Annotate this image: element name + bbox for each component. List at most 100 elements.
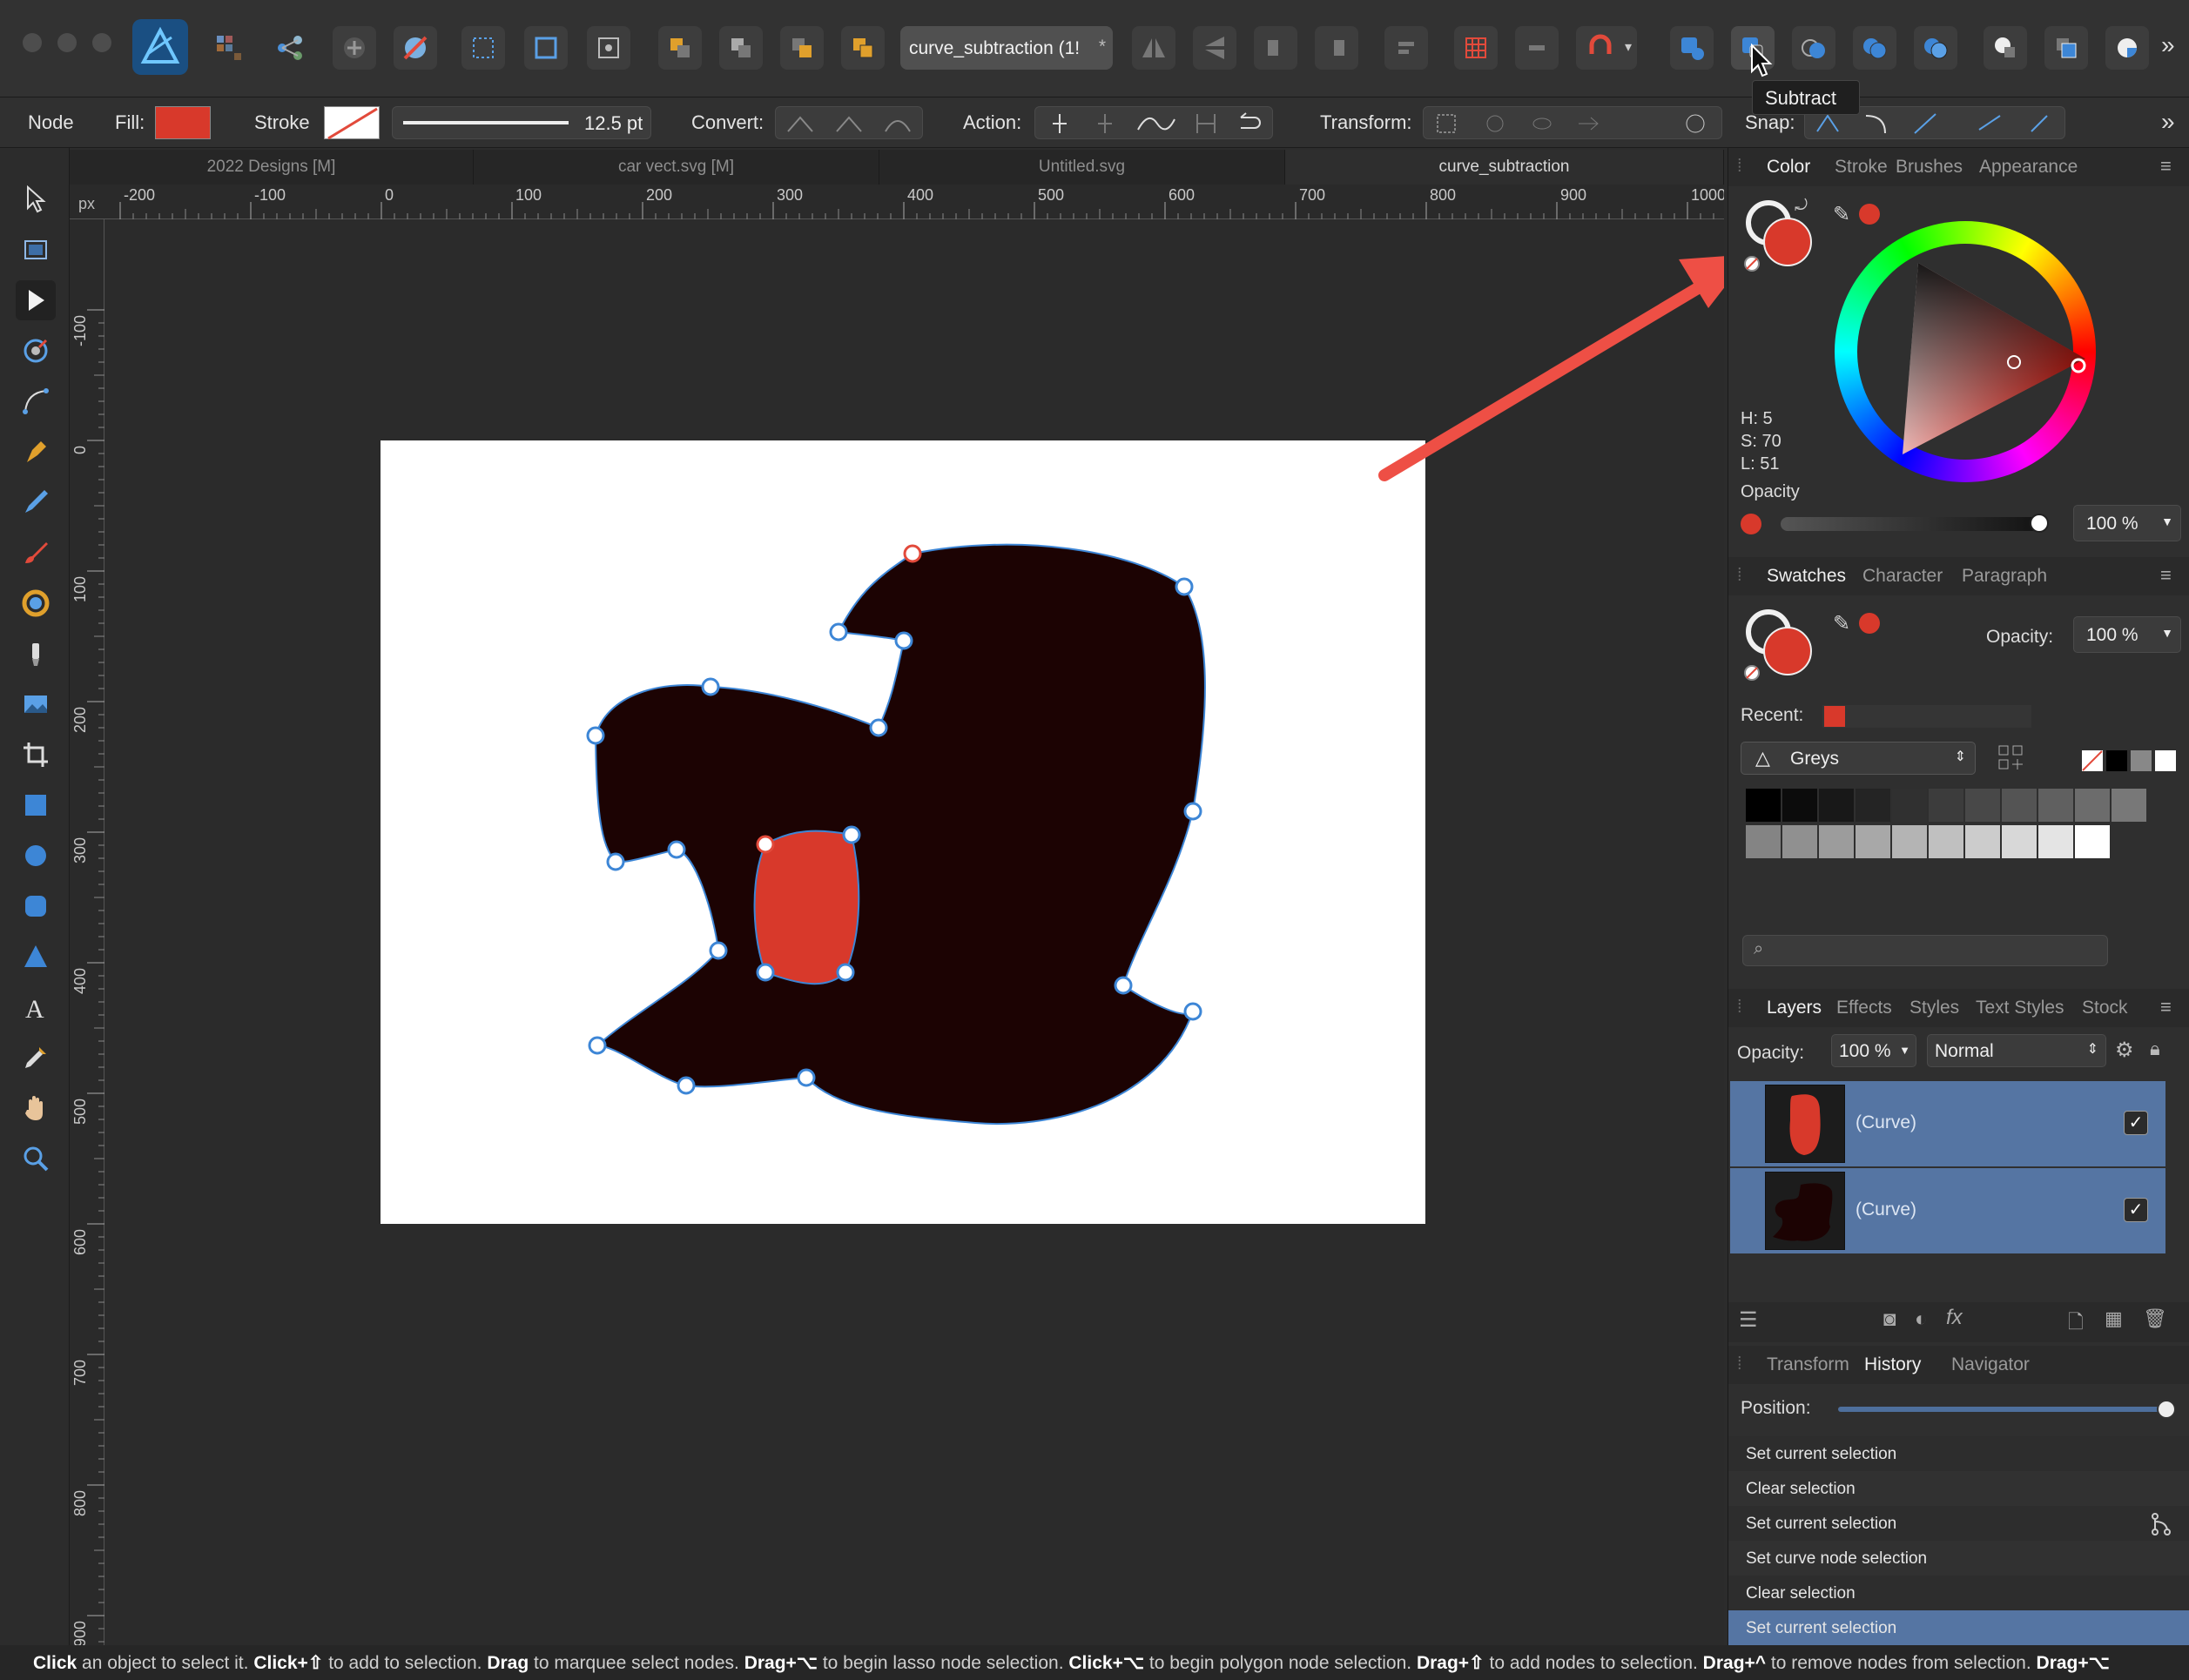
greys-palette-grid[interactable]	[1746, 789, 2146, 862]
curve-node-handle[interactable]	[842, 825, 861, 844]
panel-menu-icon[interactable]: ≡	[2160, 564, 2172, 587]
triangle-tool-icon[interactable]	[16, 937, 56, 977]
opacity-slider[interactable]	[1781, 514, 2049, 533]
quick-swatches[interactable]	[2082, 750, 2179, 771]
ellipse-tool-icon[interactable]	[16, 836, 56, 876]
panel-menu-icon[interactable]: ≡	[2160, 996, 2172, 1018]
chevron-down-icon[interactable]: ▾	[1625, 38, 1632, 56]
tab-layers[interactable]: Layers	[1767, 998, 1822, 1018]
tab-stock[interactable]: Stock	[2082, 998, 2128, 1018]
history-item[interactable]: Clear selection	[1728, 1576, 2189, 1610]
grey-swatch[interactable]	[2038, 789, 2073, 822]
grey-swatch[interactable]	[1819, 825, 1854, 858]
layer-visibility-checkbox[interactable]: ✓	[2124, 1198, 2148, 1222]
curve-node-handle[interactable]	[903, 544, 922, 563]
grey-swatch[interactable]	[1782, 825, 1817, 858]
corner-tool-icon[interactable]	[16, 381, 56, 421]
recent-swatch[interactable]	[1824, 706, 1845, 727]
tab-appearance[interactable]: Appearance	[1979, 157, 2078, 178]
geometry-combine-icon[interactable]	[1984, 26, 2027, 70]
boolean-divide-icon[interactable]	[1914, 26, 1957, 70]
history-item[interactable]: Set current selection	[1728, 1506, 2189, 1541]
dark-curve-shape[interactable]	[594, 543, 1206, 1126]
red-curve-shape[interactable]	[753, 830, 860, 985]
curve-node-handle[interactable]	[894, 631, 913, 650]
tab-transform[interactable]: Transform	[1767, 1354, 1849, 1375]
history-position-slider[interactable]	[1838, 1400, 2176, 1419]
tab-effects[interactable]: Effects	[1836, 998, 1892, 1018]
curve-node-handle[interactable]	[756, 963, 775, 982]
color-picker-tool-icon[interactable]	[16, 1038, 56, 1078]
tab-swatches[interactable]: Swatches	[1767, 566, 1846, 587]
grey-swatch[interactable]	[1782, 789, 1817, 822]
opacity-slider-thumb[interactable]	[2030, 514, 2049, 533]
drag-grip-icon[interactable]: ⁞	[1737, 1354, 1742, 1374]
history-item[interactable]: Set current selection	[1728, 1436, 2189, 1471]
curve-node-handle[interactable]	[709, 941, 728, 960]
gear-icon[interactable]: ⚙	[2115, 1038, 2134, 1063]
curve-node-handle[interactable]	[836, 963, 855, 982]
artistic-text-tool-icon[interactable]: A	[16, 987, 56, 1027]
history-slider-thumb[interactable]	[2157, 1400, 2176, 1419]
curve-node-handle[interactable]	[586, 726, 605, 745]
grey-swatch[interactable]	[1746, 825, 1781, 858]
palette-dropdown[interactable]: △ Greys ⇕	[1741, 742, 1976, 775]
grey-swatch[interactable]	[1892, 789, 1927, 822]
geometry-pie-icon[interactable]	[2105, 26, 2149, 70]
history-item[interactable]: Set curve node selection	[1728, 1541, 2189, 1576]
node-tool-icon[interactable]	[16, 280, 56, 320]
curve-node-handle[interactable]	[829, 622, 848, 642]
curve-node-handle[interactable]	[588, 1036, 607, 1055]
history-item[interactable]: Clear selection	[1728, 1471, 2189, 1506]
picked-color-swatch[interactable]	[1859, 613, 1880, 634]
swatch-search-field[interactable]: ⌕	[1742, 935, 2108, 966]
curve-node-handle[interactable]	[1175, 577, 1194, 596]
vector-brush-tool-icon[interactable]	[16, 533, 56, 573]
geometry-square-icon[interactable]	[2044, 26, 2088, 70]
palette-grid-icon[interactable]	[1997, 743, 2026, 773]
drag-grip-icon[interactable]: ⁞	[1737, 157, 1742, 177]
crop-tool-icon[interactable]	[16, 735, 56, 775]
swap-arrows-icon[interactable]: ⤾	[1795, 197, 1808, 215]
none-swatch-icon[interactable]	[1744, 665, 1760, 681]
tab-color[interactable]: Color	[1767, 157, 1810, 178]
tab-navigator[interactable]: Navigator	[1951, 1354, 2030, 1375]
curve-node-handle[interactable]	[756, 835, 775, 854]
grey-swatch[interactable]	[2038, 825, 2073, 858]
drag-grip-icon[interactable]: ⁞	[1737, 998, 1742, 1018]
tab-history[interactable]: History	[1864, 1354, 1921, 1375]
layer-row-curve-1[interactable]: (Curve) ✓	[1730, 1081, 2165, 1166]
curve-node-handle[interactable]	[1183, 802, 1202, 821]
rectangle-tool-icon[interactable]	[16, 785, 56, 825]
toolbar-overflow-icon[interactable]: »	[2161, 31, 2175, 59]
grey-swatch[interactable]	[1929, 825, 1963, 858]
adjustment-icon[interactable]: ◐	[1915, 1307, 1928, 1332]
window-zoom-button[interactable]	[92, 33, 111, 52]
checker-icon[interactable]: ▦	[2105, 1307, 2123, 1330]
drag-grip-icon[interactable]: ⁞	[1737, 566, 1742, 586]
tab-stroke[interactable]: Stroke	[1835, 157, 1888, 178]
grey-swatch[interactable]	[1856, 789, 1890, 822]
window-minimize-button[interactable]	[57, 33, 77, 52]
place-image-tool-icon[interactable]	[16, 684, 56, 724]
curve-node-handle[interactable]	[797, 1068, 816, 1087]
layer-name[interactable]: (Curve)	[1856, 1200, 1916, 1220]
grey-swatch[interactable]	[1965, 825, 2000, 858]
window-close-button[interactable]	[23, 33, 42, 52]
contour-tool-icon[interactable]	[16, 331, 56, 371]
trash-icon[interactable]: 🗑	[2143, 1307, 2167, 1330]
fx-icon[interactable]: fx	[1946, 1306, 1963, 1330]
grey-swatch[interactable]	[2002, 825, 2037, 858]
chevron-down-icon[interactable]: ▼	[2161, 514, 2173, 528]
history-item-selected[interactable]: Set current selection	[1728, 1610, 2189, 1645]
pen-tool-icon[interactable]	[16, 432, 56, 472]
canvas-area[interactable]	[104, 219, 1724, 1645]
opacity-field[interactable]: 100 % ▼	[2073, 505, 2181, 541]
eyedropper-icon[interactable]: ✎	[1833, 611, 1850, 636]
layer-opacity-field[interactable]: 100 % ▼	[1831, 1034, 1916, 1067]
tab-brushes[interactable]: Brushes	[1896, 157, 1963, 178]
grey-swatch[interactable]	[1819, 789, 1854, 822]
fill-well[interactable]	[1763, 218, 1812, 266]
transparency-tool-icon[interactable]	[16, 634, 56, 674]
artboard-tool-icon[interactable]	[16, 230, 56, 270]
